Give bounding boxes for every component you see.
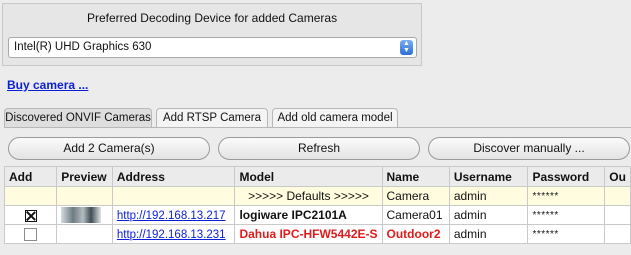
defaults-address-cell (111, 186, 236, 206)
add-checkbox-cell[interactable] (3, 224, 58, 244)
column-header-password[interactable]: Password (527, 166, 606, 187)
defaults-password-cell[interactable]: ****** (527, 186, 606, 206)
camera-address-link[interactable]: http://192.168.13.217 (117, 210, 226, 222)
add-checkbox-checked[interactable] (24, 209, 37, 222)
table-header-row: Add Preview Address Model Name Username … (3, 166, 631, 187)
decoding-device-panel: Preferred Decoding Device for added Came… (2, 3, 422, 66)
username-cell[interactable]: admin (448, 205, 529, 225)
tab-add-old-model[interactable]: Add old camera model (272, 108, 398, 127)
column-header-model[interactable]: Model (234, 166, 383, 187)
defaults-add-cell (3, 186, 58, 206)
select-stepper-icon[interactable]: ▲ ▼ (400, 40, 413, 55)
decoding-device-select[interactable]: Intel(R) UHD Graphics 630 ▲ ▼ (8, 37, 417, 58)
add-cameras-button[interactable]: Add 2 Camera(s) (8, 137, 210, 160)
extra-cell (604, 205, 631, 225)
column-header-add[interactable]: Add (3, 166, 58, 187)
preview-cell (56, 224, 113, 244)
column-header-address[interactable]: Address (111, 166, 236, 187)
password-cell[interactable]: ****** (527, 205, 606, 225)
camera-table: Add Preview Address Model Name Username … (3, 166, 631, 244)
decoding-device-title: Preferred Decoding Device for added Came… (86, 11, 338, 25)
defaults-name-cell[interactable]: Camera (381, 186, 450, 206)
add-checkbox-cell[interactable] (3, 205, 58, 225)
column-header-preview[interactable]: Preview (56, 166, 113, 187)
defaults-row: >>>>> Defaults >>>>> Camera admin ****** (3, 186, 631, 206)
table-row[interactable]: http://192.168.13.231 Dahua IPC-HFW5442E… (3, 224, 631, 244)
defaults-username-cell[interactable]: admin (448, 186, 529, 206)
tab-discovered-onvif[interactable]: Discovered ONVIF Cameras (4, 108, 152, 127)
discover-manually-button[interactable]: Discover manually ... (428, 137, 630, 160)
name-cell[interactable]: Outdoor2 (381, 224, 450, 244)
password-cell[interactable]: ****** (527, 224, 606, 244)
preview-cell (56, 205, 113, 225)
model-cell: logiware IPC2101A (234, 205, 383, 225)
extra-cell (604, 224, 631, 244)
address-cell[interactable]: http://192.168.13.217 (111, 205, 236, 225)
decoding-device-value: Intel(R) UHD Graphics 630 (14, 41, 152, 53)
tab-divider (4, 127, 631, 128)
tab-add-rtsp[interactable]: Add RTSP Camera (156, 108, 268, 127)
username-cell[interactable]: admin (448, 224, 529, 244)
camera-preview-thumbnail (61, 207, 102, 223)
refresh-button[interactable]: Refresh (218, 137, 420, 160)
column-header-username[interactable]: Username (448, 166, 529, 187)
defaults-extra-cell (604, 186, 631, 206)
model-cell: Dahua IPC-HFW5442E-S (234, 224, 383, 244)
defaults-preview-cell (56, 186, 113, 206)
buy-camera-link[interactable]: Buy camera ... (7, 78, 88, 92)
add-checkbox-unchecked[interactable] (24, 228, 38, 242)
defaults-label: >>>>> Defaults >>>>> (234, 186, 383, 206)
address-cell[interactable]: http://192.168.13.231 (111, 224, 236, 244)
camera-address-link[interactable]: http://192.168.13.231 (117, 229, 226, 241)
column-header-output[interactable]: Ou (604, 166, 631, 187)
table-row[interactable]: http://192.168.13.217 logiware IPC2101A … (3, 205, 631, 225)
column-header-name[interactable]: Name (381, 166, 450, 187)
name-cell[interactable]: Camera01 (381, 205, 450, 225)
